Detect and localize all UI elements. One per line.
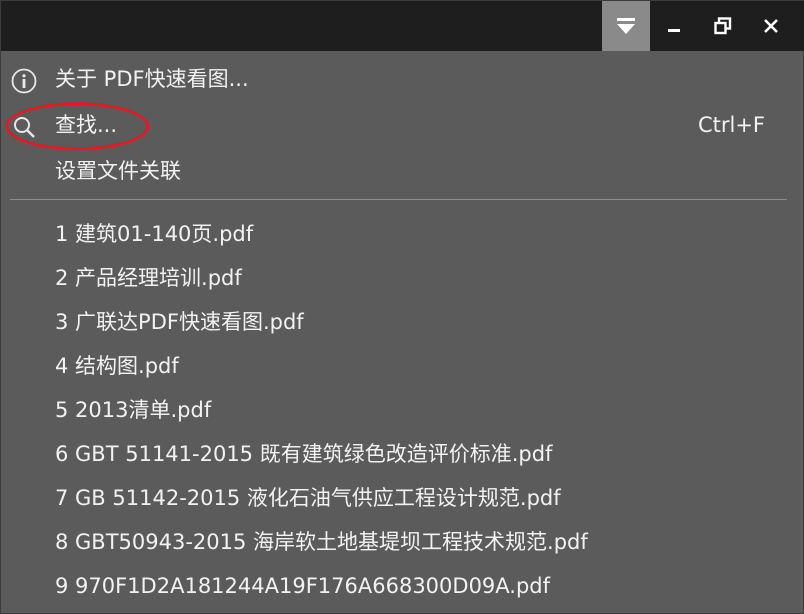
recent-file-item[interactable]: 4 结构图.pdf bbox=[1, 344, 804, 388]
recent-file-label: 2 产品经理培训.pdf bbox=[55, 266, 242, 290]
close-icon bbox=[764, 19, 778, 33]
restore-button[interactable] bbox=[699, 1, 747, 51]
recent-file-item[interactable]: 8 GBT50943-2015 海岸软土地基堤坝工程技术规范.pdf bbox=[1, 520, 804, 564]
recent-file-item[interactable]: 9 970F1D2A181244A19F176A668300D09A.pdf bbox=[1, 564, 804, 608]
recent-file-label: 3 广联达PDF快速看图.pdf bbox=[55, 310, 304, 334]
menu-separator bbox=[10, 199, 787, 200]
recent-file-item[interactable]: 2 产品经理培训.pdf bbox=[1, 256, 804, 300]
recent-file-item[interactable]: 3 广联达PDF快速看图.pdf bbox=[1, 300, 804, 344]
file-association-label: 设置文件关联 bbox=[55, 159, 181, 183]
recent-file-label: 8 GBT50943-2015 海岸软土地基堤坝工程技术规范.pdf bbox=[55, 530, 588, 554]
recent-file-label: 1 建筑01-140页.pdf bbox=[55, 222, 254, 246]
menu-dropdown-button[interactable] bbox=[602, 1, 650, 51]
menu-item-about[interactable]: 关于 PDF快速看图... bbox=[1, 57, 804, 101]
about-label: 关于 PDF快速看图... bbox=[55, 67, 249, 91]
menu-item-file-association[interactable]: 设置文件关联 bbox=[1, 149, 804, 193]
menu-dropdown-icon bbox=[617, 18, 635, 34]
title-bar bbox=[1, 1, 804, 51]
search-icon bbox=[10, 112, 38, 140]
recent-file-item[interactable]: 6 GBT 51141-2015 既有建筑绿色改造评价标准.pdf bbox=[1, 432, 804, 476]
close-button[interactable] bbox=[747, 1, 795, 51]
find-label: 查找... bbox=[55, 113, 118, 137]
recent-file-item[interactable]: 1 建筑01-140页.pdf bbox=[1, 212, 804, 256]
recent-file-label: 9 970F1D2A181244A19F176A668300D09A.pdf bbox=[55, 574, 551, 598]
menu-item-find[interactable]: 查找... Ctrl+F bbox=[1, 103, 804, 147]
app-window: 关于 PDF快速看图... 查找... Ctrl+F 设置文件关联 1 建筑01… bbox=[0, 0, 804, 614]
recent-file-label: 6 GBT 51141-2015 既有建筑绿色改造评价标准.pdf bbox=[55, 442, 553, 466]
find-shortcut: Ctrl+F bbox=[697, 113, 765, 137]
recent-file-item[interactable]: 5 2013清单.pdf bbox=[1, 388, 804, 432]
restore-icon bbox=[714, 17, 732, 35]
recent-file-label: 5 2013清单.pdf bbox=[55, 398, 212, 422]
recent-file-label: 7 GB 51142-2015 液化石油气供应工程设计规范.pdf bbox=[55, 486, 561, 510]
recent-file-item[interactable]: 7 GB 51142-2015 液化石油气供应工程设计规范.pdf bbox=[1, 476, 804, 520]
minimize-icon bbox=[668, 29, 680, 32]
recent-file-label: 4 结构图.pdf bbox=[55, 354, 179, 378]
info-icon bbox=[10, 66, 38, 94]
minimize-button[interactable] bbox=[651, 1, 699, 51]
